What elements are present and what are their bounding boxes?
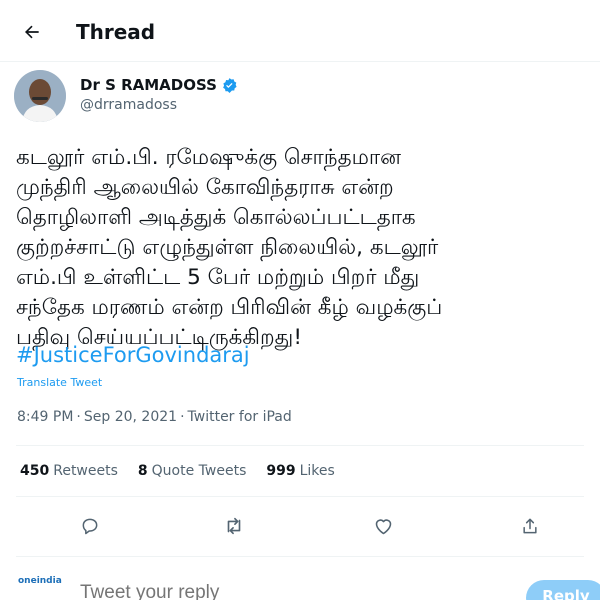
quote-tweets-stat[interactable]: 8 Quote Tweets xyxy=(138,463,246,479)
retweet-icon xyxy=(227,517,241,535)
retweets-label: Retweets xyxy=(53,463,118,479)
divider xyxy=(16,496,584,497)
translate-tweet-link[interactable]: Translate Tweet xyxy=(17,376,102,389)
divider xyxy=(16,445,584,446)
tweet-meta: 8:49 PM · Sep 20, 2021 · Twitter for iPa… xyxy=(17,409,292,425)
author-avatar[interactable] xyxy=(14,70,66,122)
reply-avatar-logo: oneindia xyxy=(18,576,62,586)
tweet-line: கடலூர் எம்.பி. ரமேஷுக்கு சொந்தமான xyxy=(16,145,401,170)
tweet-line: எம்.பி உள்ளிட்ட 5 பேர் மற்றும் பிறர் மீத… xyxy=(16,265,420,290)
arrow-left-icon xyxy=(25,25,39,39)
reply-input[interactable] xyxy=(80,582,325,600)
tweet-source[interactable]: Twitter for iPad xyxy=(188,409,292,425)
tweet-line: தொழிலாளி அடித்துக் கொல்லப்பட்டதாக xyxy=(16,205,416,230)
likes-stat[interactable]: 999 Likes xyxy=(266,463,334,479)
retweet-button[interactable] xyxy=(216,508,252,544)
tweet-line: குற்றச்சாட்டு எழுந்துள்ள நிலையில், கடலூர… xyxy=(16,235,439,260)
like-button[interactable] xyxy=(365,508,401,544)
share-button[interactable] xyxy=(512,508,548,544)
like-icon xyxy=(375,518,391,534)
retweets-stat[interactable]: 450 Retweets xyxy=(20,463,118,479)
page-title: Thread xyxy=(76,20,156,44)
author-display-name[interactable]: Dr S RAMADOSS xyxy=(80,76,217,94)
thread-header: Thread xyxy=(0,0,600,62)
back-button[interactable] xyxy=(18,18,46,46)
meta-separator: · xyxy=(180,409,185,425)
reply-submit-button[interactable]: Reply xyxy=(526,580,600,600)
meta-separator: · xyxy=(76,409,81,425)
tweet-line: முந்திரி ஆலையில் கோவிந்தராசு என்ற xyxy=(16,175,394,200)
quotes-label: Quote Tweets xyxy=(151,463,247,479)
likes-label: Likes xyxy=(299,463,335,479)
author-handle[interactable]: @drramadoss xyxy=(80,97,177,113)
tweet-time[interactable]: 8:49 PM xyxy=(17,409,73,425)
reply-button[interactable] xyxy=(72,508,108,544)
share-icon xyxy=(523,518,537,534)
tweet-line: சந்தேக மரணம் என்ற பிரிவின் கீழ் வழக்குப் xyxy=(16,295,443,320)
tweet-stats: 450 Retweets 8 Quote Tweets 999 Likes xyxy=(20,463,355,479)
avatar-image xyxy=(14,70,66,122)
divider xyxy=(16,556,584,557)
tweet-text: கடலூர் எம்.பி. ரமேஷுக்கு சொந்தமான முந்தி… xyxy=(16,143,596,353)
hashtag-link[interactable]: #JusticeForGovindaraj xyxy=(16,343,250,367)
reply-icon xyxy=(82,518,98,535)
quotes-count: 8 xyxy=(137,463,148,479)
tweet-date[interactable]: Sep 20, 2021 xyxy=(84,409,177,425)
author-name-row: Dr S RAMADOSS xyxy=(80,76,238,94)
retweets-count: 450 xyxy=(20,463,50,479)
verified-badge-icon xyxy=(223,77,237,93)
tweet-actions xyxy=(0,508,600,544)
reply-composer: oneindia Reply xyxy=(0,570,600,600)
likes-count: 999 xyxy=(266,463,296,479)
